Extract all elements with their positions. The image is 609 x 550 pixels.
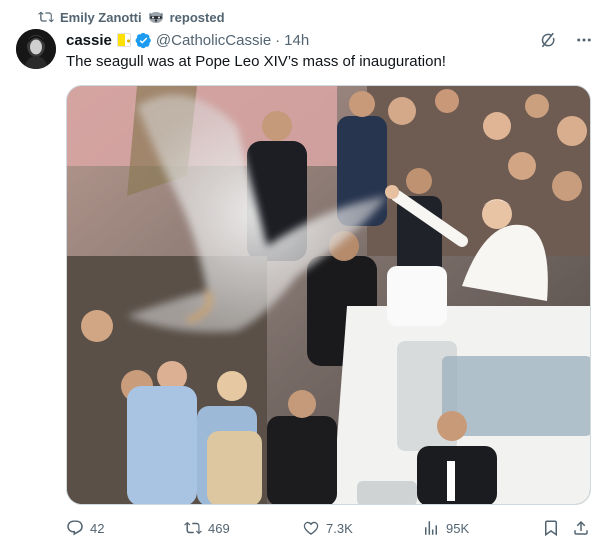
grok-icon[interactable]	[539, 31, 557, 49]
author-display-name[interactable]: cassie	[66, 32, 112, 49]
bookmark-icon	[545, 520, 557, 537]
verified-badge-icon	[135, 32, 151, 48]
repost-context[interactable]: Emily Zanotti reposted	[38, 8, 225, 26]
tweet-text: The seagull was at Pope Leo XIV’s mass o…	[66, 53, 446, 70]
repost-label: reposted	[169, 9, 225, 25]
header-actions	[539, 31, 593, 49]
retweet-button[interactable]: 469	[184, 519, 230, 537]
retweet-icon	[184, 521, 202, 535]
views-icon	[425, 521, 437, 535]
share-icon	[574, 520, 588, 535]
views-button[interactable]: 95K	[422, 519, 469, 537]
reply-count: 42	[90, 520, 105, 536]
tweet-header: cassie @CatholicCassie · 14h	[66, 30, 593, 50]
retweet-count: 469	[208, 520, 230, 536]
share-button[interactable]	[572, 519, 590, 537]
like-count: 7.3K	[326, 520, 353, 536]
vatican-flag-icon	[116, 33, 131, 47]
author-handle[interactable]: @CatholicCassie	[156, 32, 271, 49]
tweet-timestamp[interactable]: 14h	[284, 32, 309, 49]
bookmark-button[interactable]	[542, 519, 560, 537]
repost-user-name[interactable]: Emily Zanotti	[60, 10, 142, 25]
tweet-photo[interactable]	[66, 85, 591, 505]
separator-dot: ·	[275, 31, 281, 49]
avatar[interactable]	[16, 29, 56, 69]
more-icon[interactable]	[575, 31, 593, 49]
raccoon-emoji-icon	[148, 12, 163, 23]
heart-icon	[303, 521, 319, 535]
like-button[interactable]: 7.3K	[302, 519, 353, 537]
reply-icon	[67, 520, 83, 536]
tweet-actions: 42 469 7.3K 95K	[66, 515, 593, 541]
reply-button[interactable]: 42	[66, 519, 104, 537]
views-count: 95K	[446, 520, 470, 536]
repost-icon	[38, 11, 54, 23]
